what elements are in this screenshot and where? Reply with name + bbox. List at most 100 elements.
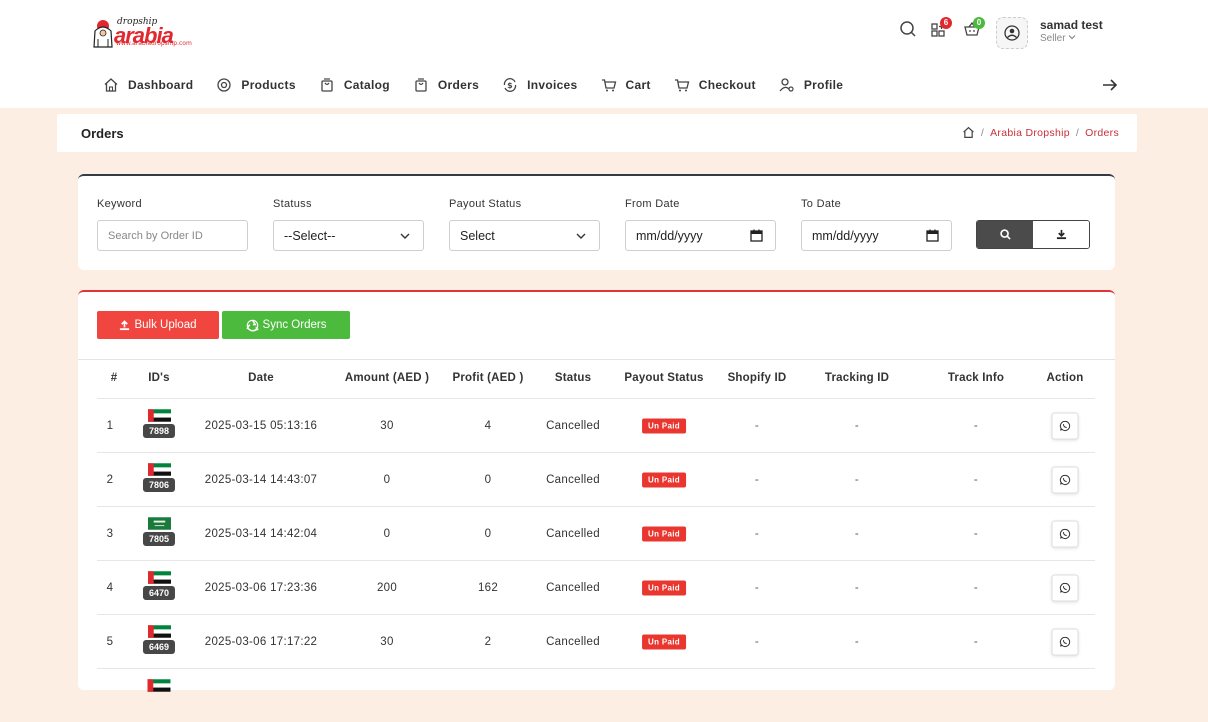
nav-cart[interactable]: Cart [601,77,651,93]
top-header: dropship arabia www.arabiadropship.com 6… [0,0,1208,108]
user-role-dropdown[interactable]: Seller [1040,33,1076,44]
keyword-input[interactable]: Search by Order ID [97,220,248,251]
main-nav: Dashboard Products Catalog Orders $ Invo… [103,74,866,96]
order-id-badge: 7805 [142,532,176,546]
nav-products[interactable]: Products [216,77,296,93]
whatsapp-icon [1059,420,1071,431]
cart-header-button[interactable]: 0 [963,17,985,41]
order-status: Cancelled [546,473,600,486]
table-row [97,668,1095,722]
uae-flag-icon [147,571,171,584]
nav-profile[interactable]: Profile [779,77,843,93]
keyword-placeholder: Search by Order ID [108,229,203,242]
breadcrumb: / Arabia Dropship / Orders [962,126,1119,139]
table-row: 1 7898 2025-03-15 05:13:16 30 4 Cancelle… [97,398,1095,452]
sync-orders-label: Sync Orders [262,319,327,331]
col-header-action: Action [1046,372,1084,384]
arrow-right-icon [1103,79,1118,91]
recycle-icon [245,319,259,331]
payout-status-select[interactable]: Select [449,220,600,251]
order-date: 2025-03-14 14:43:07 [204,473,318,486]
col-header-profit: Profit (AED ) [452,372,524,384]
nav-dashboard[interactable]: Dashboard [103,77,193,93]
status-label: Statuss [273,198,312,210]
nav-label: Profile [803,78,844,92]
bag-icon [321,78,333,92]
payout-status-badge: Un Paid [642,580,686,595]
user-name[interactable]: samad test [1040,18,1103,32]
order-id-cell[interactable]: 7898 [142,409,176,438]
nav-next-button[interactable] [1101,76,1119,97]
whatsapp-button[interactable] [1051,412,1079,439]
row-number: 4 [106,581,114,594]
nav-label: Dashboard [128,78,194,92]
order-id-badge: 6469 [142,640,176,654]
shopify-id: - [754,527,760,540]
apps-button[interactable]: 6 [930,17,952,41]
order-id-cell[interactable]: 6469 [142,625,176,654]
nav-label: Checkout [698,78,756,92]
nav-catalog[interactable]: Catalog [319,77,390,93]
nav-invoices[interactable]: $ Invoices [502,77,577,93]
dollar-cycle-icon: $ [503,78,517,92]
calendar-icon[interactable] [750,229,763,242]
bulk-upload-button[interactable]: Bulk Upload [97,311,219,339]
logo-url: www.arabiadropship.com [116,40,192,47]
uae-flag-icon [147,463,171,476]
payout-status-badge: Un Paid [642,418,686,433]
tracking-id: - [854,419,860,432]
order-profit: 4 [484,419,492,432]
cart-icon [601,79,616,92]
order-id-cell[interactable]: 7805 [142,517,176,546]
search-button[interactable] [899,20,917,41]
whatsapp-button[interactable] [1051,574,1079,601]
cart-icon [674,79,690,92]
row-number: 5 [106,635,114,648]
chevron-down-icon [1068,35,1076,40]
search-submit-button[interactable] [977,221,1033,248]
order-id-cell[interactable]: 6470 [142,571,176,600]
payout-status-badge: Un Paid [642,526,686,541]
col-header-ids: ID's [148,372,170,384]
brand-logo[interactable]: dropship arabia www.arabiadropship.com [92,17,192,49]
whatsapp-button[interactable] [1051,628,1079,655]
uae-flag-icon [147,679,171,692]
col-header-tracking-id: Tracking ID [824,372,890,384]
bag-icon [415,78,427,92]
status-select[interactable]: --Select-- [273,220,424,251]
avatar[interactable] [996,17,1028,49]
order-profit: 0 [484,527,492,540]
order-id-badge: 7806 [142,478,176,492]
whatsapp-icon [1059,582,1071,593]
download-button[interactable] [1033,221,1089,248]
nav-checkout[interactable]: Checkout [674,77,756,93]
payout-select-value: Select [460,228,495,243]
nav-label: Catalog [343,78,390,92]
home-icon[interactable] [962,126,975,139]
whatsapp-button[interactable] [1051,520,1079,547]
shopify-id: - [754,419,760,432]
logo-mascot-icon [93,20,113,48]
whatsapp-button[interactable] [1051,466,1079,493]
order-date: 2025-03-06 17:17:22 [204,635,318,648]
sync-orders-button[interactable]: Sync Orders [222,311,350,339]
nav-orders[interactable]: Orders [413,77,479,93]
whatsapp-icon [1059,528,1071,539]
col-header-shopify-id: Shopify ID [727,372,787,384]
calendar-icon[interactable] [926,229,939,242]
order-id-cell[interactable] [147,679,171,692]
filter-button-group [976,220,1090,249]
user-circle-icon [1004,25,1020,41]
from-date-input[interactable]: mm/dd/yyyy [625,220,776,251]
user-gear-icon [779,78,794,92]
col-header-payout-status: Payout Status [624,372,704,384]
whatsapp-icon [1059,474,1071,485]
chevron-down-icon [576,233,586,239]
nav-label: Cart [625,78,651,92]
to-date-input[interactable]: mm/dd/yyyy [801,220,952,251]
nav-label: Invoices [527,78,578,92]
breadcrumb-separator: / [1075,126,1080,139]
order-id-cell[interactable]: 7806 [142,463,176,492]
status-select-value: --Select-- [284,228,336,243]
breadcrumb-link-home[interactable]: Arabia Dropship [990,127,1070,139]
